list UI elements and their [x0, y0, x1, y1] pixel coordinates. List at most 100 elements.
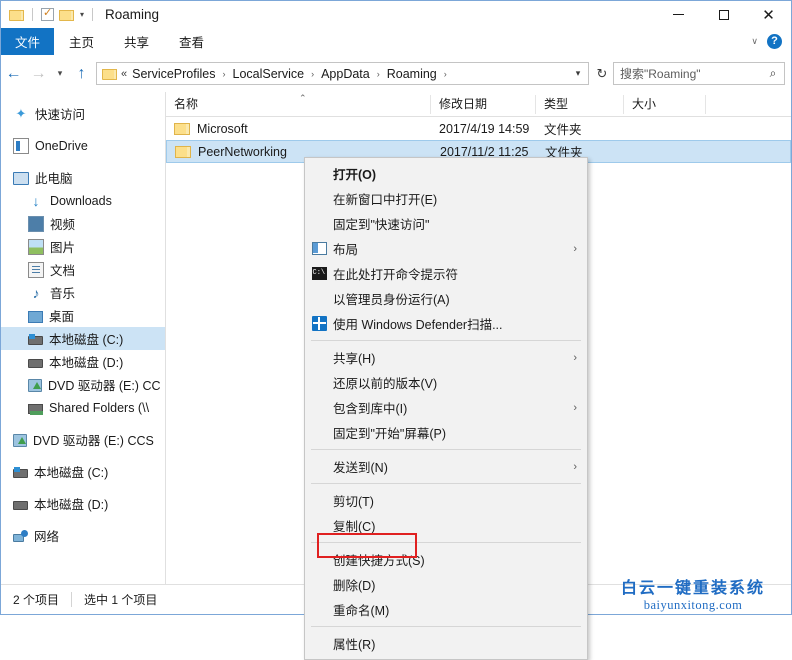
menu-item-label: 共享(H) — [333, 352, 376, 366]
forward-button[interactable]: → — [26, 59, 51, 89]
breadcrumb-separator-3[interactable]: › — [372, 69, 385, 79]
back-button[interactable]: ← — [1, 59, 26, 89]
sidebar-item-label: 快速访问 — [35, 108, 86, 122]
qat-divider-2 — [92, 8, 94, 21]
breadcrumb-item-localservice[interactable]: LocalService — [231, 67, 307, 81]
sidebar-item-label: 文档 — [50, 264, 76, 278]
pictures-icon — [28, 238, 44, 255]
sidebar-item-local-disk-d[interactable]: 本地磁盘 (D:) — [1, 350, 165, 373]
menu-item-layout[interactable]: 布局 › — [305, 236, 587, 261]
breadcrumb-separator-4[interactable]: › — [439, 69, 452, 79]
sidebar-item-downloads[interactable]: ↓ Downloads — [1, 189, 165, 212]
sidebar-item-videos[interactable]: 视频 — [1, 212, 165, 235]
sidebar-item-label: 网络 — [34, 530, 60, 544]
refresh-button[interactable]: ↻ — [591, 66, 613, 82]
menu-item-rename[interactable]: 重命名(M) — [305, 597, 587, 622]
tab-share[interactable]: 共享 — [109, 28, 164, 55]
minimize-icon — [673, 14, 684, 15]
chevron-down-icon[interactable]: ∨ — [751, 36, 758, 47]
menu-item-create-shortcut[interactable]: 创建快捷方式(S) — [305, 547, 587, 572]
breadcrumb-separator-1[interactable]: › — [218, 69, 231, 79]
quick-access-toolbar: ▾ — [1, 6, 96, 21]
tab-file[interactable]: 文件 — [1, 28, 55, 55]
menu-item-label: 还原以前的版本(V) — [333, 377, 438, 391]
menu-item-restore-previous-versions[interactable]: 还原以前的版本(V) — [305, 370, 587, 395]
maximize-button[interactable] — [701, 1, 746, 28]
up-button[interactable]: ↑ — [69, 59, 94, 89]
shared-folder-icon — [28, 404, 43, 415]
status-item-count: 2 个项目 — [13, 593, 60, 607]
breadcrumb-item-serviceprofiles[interactable]: ServiceProfiles — [130, 67, 217, 81]
sidebar-item-quick-access[interactable]: ✦ 快速访问 — [1, 102, 165, 125]
file-date-cell: 2017/4/19 14:59 — [439, 121, 530, 136]
menu-item-pin-to-start[interactable]: 固定到"开始"屏幕(P) — [305, 420, 587, 445]
sidebar-item-this-pc[interactable]: 此电脑 — [1, 166, 165, 189]
breadcrumb-overflow-icon[interactable]: « — [117, 68, 130, 80]
menu-item-include-in-library[interactable]: 包含到库中(I) › — [305, 395, 587, 420]
breadcrumb-separator-2[interactable]: › — [306, 69, 319, 79]
menu-item-open[interactable]: 打开(O) — [305, 161, 587, 186]
chevron-right-icon: › — [573, 401, 577, 414]
breadcrumb-item-appdata[interactable]: AppData — [319, 67, 372, 81]
ribbon-right-controls: ∨ ? — [751, 28, 791, 55]
network-icon — [13, 530, 28, 543]
sidebar-item-label: 图片 — [50, 241, 76, 255]
sidebar-item-local-disk-c-root[interactable]: 本地磁盘 (C:) — [1, 460, 165, 483]
menu-item-label: 发送到(N) — [333, 461, 388, 475]
column-header-type[interactable]: 类型 — [536, 94, 624, 114]
sidebar-item-dvd-drive-e[interactable]: DVD 驱动器 (E:) CC — [1, 373, 165, 396]
menu-item-label: 固定到"快速访问" — [333, 218, 430, 232]
menu-item-run-as-administrator[interactable]: 以管理员身份运行(A) — [305, 286, 587, 311]
column-header-size[interactable]: 大小 — [624, 94, 706, 114]
star-icon: ✦ — [15, 105, 27, 121]
new-folder-icon[interactable] — [59, 9, 74, 21]
table-row[interactable]: Microsoft 2017/4/19 14:59 文件夹 — [166, 117, 791, 140]
tab-home[interactable]: 主页 — [54, 28, 109, 55]
drive-icon — [13, 501, 28, 510]
sidebar-item-label: 本地磁盘 (D:) — [34, 498, 109, 512]
menu-item-copy[interactable]: 复制(C) — [305, 513, 587, 538]
title-bar: ▾ Roaming ✕ — [1, 1, 791, 28]
sidebar-item-documents[interactable]: 文档 — [1, 258, 165, 281]
menu-icon-wrap — [305, 316, 333, 331]
sidebar-item-label: DVD 驱动器 (E:) CC — [48, 379, 161, 393]
search-input[interactable]: 搜索"Roaming" — [614, 65, 762, 82]
sidebar-item-local-disk-d-root[interactable]: 本地磁盘 (D:) — [1, 492, 165, 515]
menu-item-pin-to-quick-access[interactable]: 固定到"快速访问" — [305, 211, 587, 236]
search-icon[interactable]: ⌕ — [762, 66, 784, 81]
layout-icon — [311, 242, 327, 255]
address-dropdown-icon[interactable]: ▾ — [568, 68, 588, 79]
sidebar-item-shared-folders[interactable]: Shared Folders (\\ — [1, 396, 165, 419]
help-icon[interactable]: ? — [767, 34, 782, 49]
breadcrumb-item-roaming[interactable]: Roaming — [385, 67, 439, 81]
menu-item-windows-defender-scan[interactable]: 使用 Windows Defender扫描... — [305, 311, 587, 336]
sidebar-item-local-disk-c[interactable]: 本地磁盘 (C:) — [1, 327, 165, 350]
sidebar-item-music[interactable]: ♪ 音乐 — [1, 281, 165, 304]
minimize-button[interactable] — [656, 1, 701, 28]
properties-icon[interactable] — [41, 6, 54, 21]
sidebar-item-desktop[interactable]: 桌面 — [1, 304, 165, 327]
sidebar-item-onedrive[interactable]: OneDrive — [1, 134, 165, 157]
column-header-date[interactable]: 修改日期 — [431, 94, 536, 114]
recent-locations-button[interactable]: ▾ — [51, 59, 69, 89]
menu-separator — [311, 340, 581, 341]
menu-item-share[interactable]: 共享(H) › — [305, 345, 587, 370]
menu-item-properties[interactable]: 属性(R) — [305, 631, 587, 656]
tab-view[interactable]: 查看 — [164, 28, 219, 55]
address-input[interactable]: « ServiceProfiles › LocalService › AppDa… — [96, 62, 589, 85]
customize-caret-icon[interactable]: ▾ — [80, 10, 84, 19]
menu-item-label: 使用 Windows Defender扫描... — [333, 318, 503, 332]
menu-item-label: 以管理员身份运行(A) — [333, 293, 450, 307]
close-button[interactable]: ✕ — [746, 1, 791, 28]
search-box[interactable]: 搜索"Roaming" ⌕ — [613, 62, 785, 85]
menu-item-open-command-prompt[interactable]: 在此处打开命令提示符 — [305, 261, 587, 286]
menu-item-send-to[interactable]: 发送到(N) › — [305, 454, 587, 479]
sidebar-item-label: 本地磁盘 (C:) — [34, 466, 109, 480]
sidebar-item-pictures[interactable]: 图片 — [1, 235, 165, 258]
sidebar-item-dvd-drive-e-root[interactable]: DVD 驱动器 (E:) CCS — [1, 428, 165, 451]
folder-icon[interactable] — [9, 9, 24, 21]
sidebar-item-network[interactable]: 网络 — [1, 524, 165, 547]
menu-item-cut[interactable]: 剪切(T) — [305, 488, 587, 513]
menu-item-delete[interactable]: 删除(D) — [305, 572, 587, 597]
menu-item-open-in-new-window[interactable]: 在新窗口中打开(E) — [305, 186, 587, 211]
